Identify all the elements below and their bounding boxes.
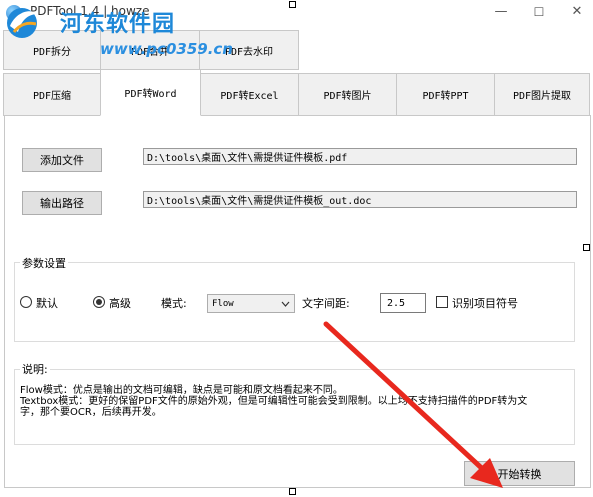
annotation-arrow-icon (323, 321, 503, 488)
resize-handle-bottom[interactable] (289, 488, 296, 495)
tab-label: PDF转Word (124, 89, 177, 100)
tab-pdf-to-word[interactable]: PDF转Word (100, 69, 201, 116)
resize-handle-right[interactable] (583, 244, 590, 251)
resize-handle-top[interactable] (289, 1, 296, 8)
